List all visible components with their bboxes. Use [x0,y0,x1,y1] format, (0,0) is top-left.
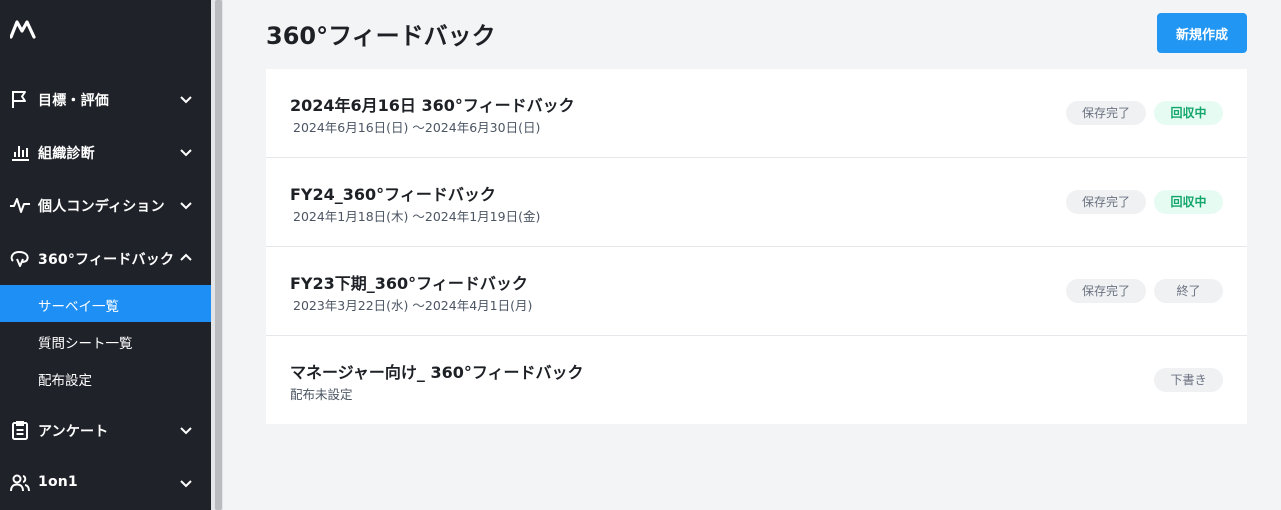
sidebar-scrollbar-thumb[interactable] [215,0,222,510]
survey-name: 2024年6月16日 360°フィードバック [290,96,575,115]
sidebar-group-org-diagnosis[interactable]: 組織診断 [0,132,211,172]
sidebar-item-label: 配布設定 [38,373,92,389]
survey-row[interactable]: FY23下期_360°フィードバック 2023年3月22日(水) 〜2024年4… [266,247,1247,336]
saved-badge: 保存完了 [1066,279,1146,303]
survey-name: FY24_360°フィードバック [290,185,496,204]
sidebar-item-distribution-settings[interactable]: 配布設定 [0,359,211,396]
sidebar-group-goals[interactable]: 目標・評価 [0,79,211,119]
survey-period: 2024年6月16日(日) 〜2024年6月30日(日) [293,120,541,135]
users-icon [10,474,30,492]
sidebar-group-label: アンケート [38,424,109,440]
sidebar-group-condition[interactable]: 個人コンディション [0,185,211,225]
survey-list: 2024年6月16日 360°フィードバック 2024年6月16日(日) 〜20… [266,69,1247,424]
sidebar-group-360-feedback[interactable]: 360°フィードバック [0,238,211,278]
sidebar-group-label: 個人コンディション [38,199,165,215]
survey-period: 2024年1月18日(木) 〜2024年1月19日(金) [293,209,541,224]
chevron-down-icon [180,427,192,435]
sidebar-group-label: 組織診断 [38,146,95,162]
clipboard-icon [12,421,28,440]
sidebar: 目標・評価 組織診断 個人コンディション 360°フィードバック サーベイ一覧 … [0,0,211,510]
status-badge: 下書き [1154,368,1223,392]
pulse-icon [10,198,30,213]
saved-badge: 保存完了 [1066,101,1146,125]
survey-name: FY23下期_360°フィードバック [290,274,528,293]
sidebar-group-label: 1on1 [38,474,78,490]
sidebar-group-label: 目標・評価 [38,93,109,109]
sidebar-group-survey[interactable]: アンケート [0,410,211,450]
sidebar-group-1on1[interactable]: 1on1 [0,463,211,503]
survey-row[interactable]: 2024年6月16日 360°フィードバック 2024年6月16日(日) 〜20… [266,69,1247,158]
saved-badge: 保存完了 [1066,190,1146,214]
brand-logo-icon[interactable] [10,18,36,40]
page-title: 360°フィードバック [266,22,496,50]
sidebar-item-survey-list[interactable]: サーベイ一覧 [0,285,211,322]
status-badge: 回収中 [1154,101,1223,125]
chevron-down-icon [180,96,192,104]
sidebar-item-label: サーベイ一覧 [38,299,119,315]
chevron-down-icon [180,202,192,210]
survey-row[interactable]: FY24_360°フィードバック 2024年1月18日(木) 〜2024年1月1… [266,158,1247,247]
chevron-down-icon [180,480,192,488]
survey-row[interactable]: マネージャー向け_ 360°フィードバック 配布未設定 下書き [266,336,1247,424]
flag-icon [12,91,26,108]
bar-chart-icon [12,146,29,161]
status-badge: 回収中 [1154,190,1223,214]
survey-period: 2023年3月22日(水) 〜2024年4月1日(月) [293,298,533,313]
chevron-down-icon [180,149,192,157]
survey-period: 配布未設定 [290,387,353,402]
sidebar-group-label: 360°フィードバック [38,252,175,268]
chevron-up-icon [180,253,192,261]
sidebar-item-label: 質問シート一覧 [38,336,133,352]
survey-name: マネージャー向け_ 360°フィードバック [290,363,584,382]
new-survey-button[interactable]: 新規作成 [1157,13,1247,53]
feedback-cycle-icon [10,251,29,267]
sidebar-item-question-sheets[interactable]: 質問シート一覧 [0,322,211,359]
status-badge: 終了 [1154,279,1223,303]
